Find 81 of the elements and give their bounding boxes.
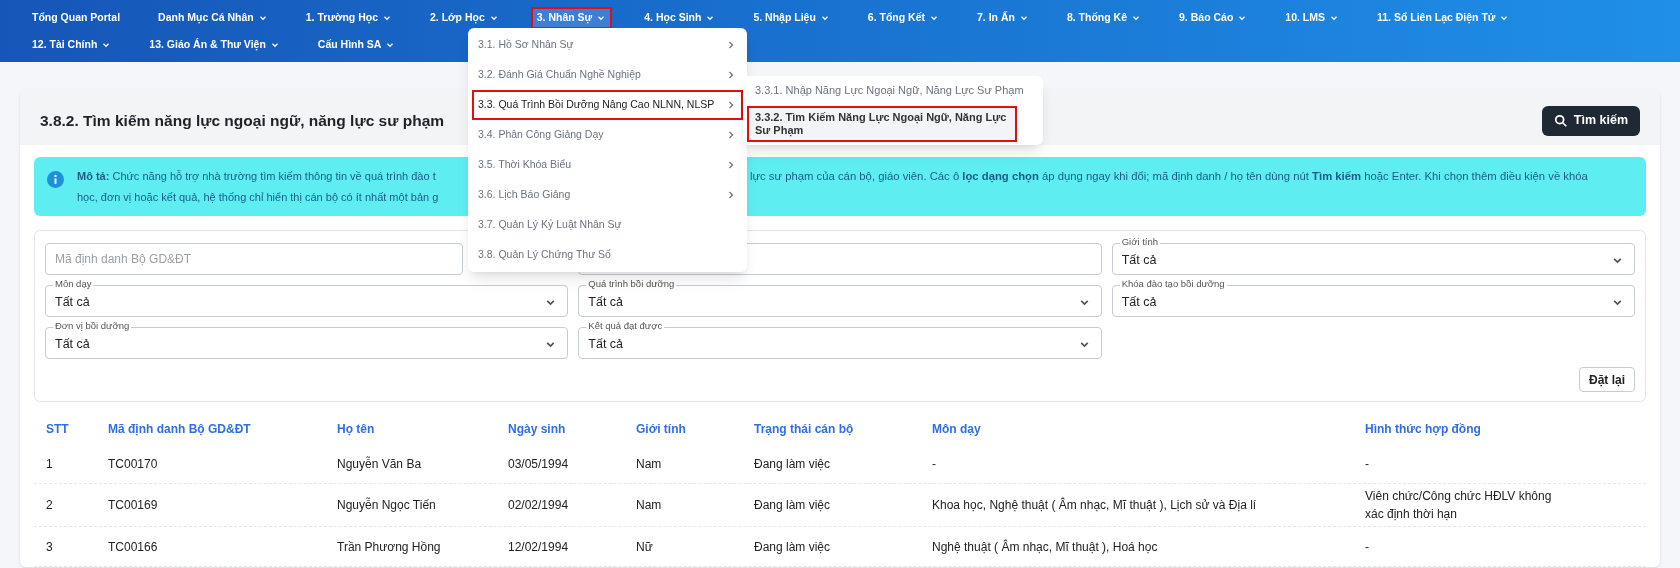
table-cell-text: Trần Phương Hồng xyxy=(336,538,442,556)
table-cell-text: Nguyễn Ngọc Tiến xyxy=(336,496,437,514)
search-icon xyxy=(1553,113,1568,128)
nav-menu-item[interactable]: 11. Sổ Liên Lạc Điện Tử xyxy=(1371,7,1516,29)
field-label: Khóa đào tạo bồi dưỡng xyxy=(1119,278,1227,290)
table-cell-text: TC00169 xyxy=(107,497,159,514)
table-cell-text: 03/05/1994 xyxy=(507,455,570,473)
menu-item[interactable]: 3.7. Quản Lý Kỷ Luật Nhân Sự xyxy=(472,210,743,240)
table-cell-text: - xyxy=(1364,538,1370,556)
field-label: Quá trình bồi dưỡng xyxy=(586,278,677,290)
text-field[interactable]: Mã định danh Bộ GD&ĐT xyxy=(45,243,463,275)
description-text: học, đơn vị hoặc kết quả, hệ thống chỉ hiển thị cán bộ có ít nhất một bản g xyxy=(77,190,439,205)
table-cell-text: Nguyễn Văn Ba xyxy=(336,455,423,473)
nav-menu-item[interactable]: 2. Lớp Học xyxy=(424,7,505,29)
field-label: Kết quả đạt được xyxy=(586,320,665,332)
menu-item-label: 3.8. Quản Lý Chứng Thư Số xyxy=(478,247,611,263)
field-label: Giới tính xyxy=(1119,236,1160,248)
table-cell-text: Viên chức/Công chức HĐLV không xác định thời hạn xyxy=(1364,488,1553,523)
column-header: Họ tên xyxy=(336,421,376,438)
table-cell-text: - xyxy=(1364,455,1370,473)
table-cell-text: - xyxy=(931,455,937,473)
nav-menu-item[interactable]: 3. Nhân Sự xyxy=(530,7,613,29)
table-cell-text: Đang làm việc xyxy=(753,455,832,473)
table-cell-text: Nam xyxy=(635,497,663,514)
nav-menu-item[interactable]: 12. Tài Chính xyxy=(26,34,118,56)
menu-item[interactable]: 3.1. Hồ Sơ Nhân Sự xyxy=(472,30,743,60)
nav-menu-item[interactable]: 7. In Ấn xyxy=(971,7,1035,29)
column-header: STT xyxy=(45,421,70,438)
nav-menu-item[interactable]: Cấu Hình SA xyxy=(311,34,402,56)
menu-item[interactable]: 3.3. Quá Trình Bồi Dưỡng Nâng Cao NLNN, NLSP xyxy=(472,90,743,120)
nav-menu-item[interactable]: 6. Tổng Kết xyxy=(861,7,945,29)
menu-item[interactable]: 3.5. Thời Khóa Biểu xyxy=(472,150,743,180)
submenu-item[interactable]: 3.3.1. Nhập Năng Lực Ngoại Ngữ, Năng Lực Sư Phạm xyxy=(747,79,1039,102)
column-header: Mã định danh Bộ GD&ĐT xyxy=(107,421,252,438)
nav-menu-item[interactable]: 5. Nhập Liệu xyxy=(747,7,836,29)
description-text: lực sư phạm của cán bộ, giáo viên. Các ô lọc dạng chọn áp dụng ngay khi đổi; mã định danh / họ tên dùng nút Tìm kiếm hoặc Enter. Khi chọn thêm điều kiện về khóa xyxy=(750,169,1588,185)
column-header: Ngày sinh xyxy=(507,421,567,438)
menu-item-label: 3.1. Hồ Sơ Nhân Sự xyxy=(478,37,574,53)
field-label: Đơn vị bồi dưỡng xyxy=(53,320,132,332)
menu-item[interactable]: 3.4. Phân Công Giảng Dạy xyxy=(472,120,743,150)
menu-item-label: 3.5. Thời Khóa Biểu xyxy=(478,157,572,173)
nav-menu-item[interactable]: 4. Học Sinh xyxy=(638,7,722,29)
table-cell-text: Nam xyxy=(635,455,663,473)
table-cell-text: 2 xyxy=(45,497,54,514)
menu-item-label: 3.2. Đánh Giá Chuẩn Nghề Nghiệp xyxy=(478,67,641,83)
table-cell-text: 1 xyxy=(45,455,54,473)
nav-menu-item[interactable]: 13. Giáo Án & Thư Viện xyxy=(143,34,286,56)
field-label: Môn dạy xyxy=(53,278,94,290)
column-header: Môn dạy xyxy=(931,421,982,438)
table-cell-text: 12/02/1994 xyxy=(507,538,570,556)
nav-menu-item[interactable]: 9. Báo Cáo xyxy=(1173,7,1254,29)
nav-menu-item[interactable]: Danh Mục Cá Nhân xyxy=(152,7,274,29)
table-cell-text: 3 xyxy=(45,538,54,556)
table-cell-text: Đang làm việc xyxy=(753,497,832,514)
search-button[interactable]: Tìm kiếm xyxy=(1541,105,1640,136)
table-cell-text: Nữ xyxy=(635,538,654,556)
menu-item-label: 3.3. Quá Trình Bồi Dưỡng Nâng Cao NLNN, NLSP xyxy=(478,97,715,113)
column-header: Trạng thái cán bộ xyxy=(753,421,855,438)
menu-item[interactable]: 3.6. Lịch Báo Giảng xyxy=(472,180,743,210)
submenu-item[interactable]: 3.3.2. Tìm Kiếm Năng Lực Ngoại Ngữ, Năng Lực Sư Phạm xyxy=(747,106,1017,142)
table-cell-text: 02/02/1994 xyxy=(507,497,570,514)
table-cell-text: Khoa học, Nghệ thuật ( Âm nhạc, Mĩ thuật ), Lịch sử và Địa lí xyxy=(931,496,1258,514)
menu-item-label: 3.6. Lịch Báo Giảng xyxy=(478,187,571,203)
nav-menu-item[interactable]: Tổng Quan Portal xyxy=(26,7,127,29)
menu-item-label: 3.4. Phân Công Giảng Dạy xyxy=(478,127,604,143)
table-cell-text: TC00170 xyxy=(107,455,159,473)
menu-item[interactable]: 3.2. Đánh Giá Chuẩn Nghề Nghiệp xyxy=(472,60,743,90)
table-cell-text: TC00166 xyxy=(107,538,159,556)
page-title: 3.8.2. Tìm kiếm năng lực ngoại ngữ, năng lực sư phạm xyxy=(40,110,445,131)
table-cell-text: Nghệ thuật ( Âm nhạc, Mĩ thuật ), Hoá học xyxy=(931,538,1159,556)
table-cell-text: Đang làm việc xyxy=(753,538,832,556)
nav-menu-item[interactable]: 8. Thống Kê xyxy=(1060,7,1148,29)
description-text: Mô tả: Chức năng hỗ trợ nhà trường tìm kiếm thông tin về quá trình đào t xyxy=(77,169,436,184)
nav-menu-item[interactable]: 10. LMS xyxy=(1279,7,1345,29)
menu-item-label: 3.7. Quản Lý Kỷ Luật Nhân Sự xyxy=(478,217,622,233)
info-icon xyxy=(47,171,64,188)
column-header: Giới tính xyxy=(635,421,687,438)
nav-menu-item[interactable]: 1. Trường Học xyxy=(299,7,399,29)
column-header: Hình thức hợp đồng xyxy=(1364,421,1482,438)
menu-item[interactable]: 3.8. Quản Lý Chứng Thư Số xyxy=(472,240,743,270)
reset-button[interactable]: Đặt lại xyxy=(1579,367,1635,392)
